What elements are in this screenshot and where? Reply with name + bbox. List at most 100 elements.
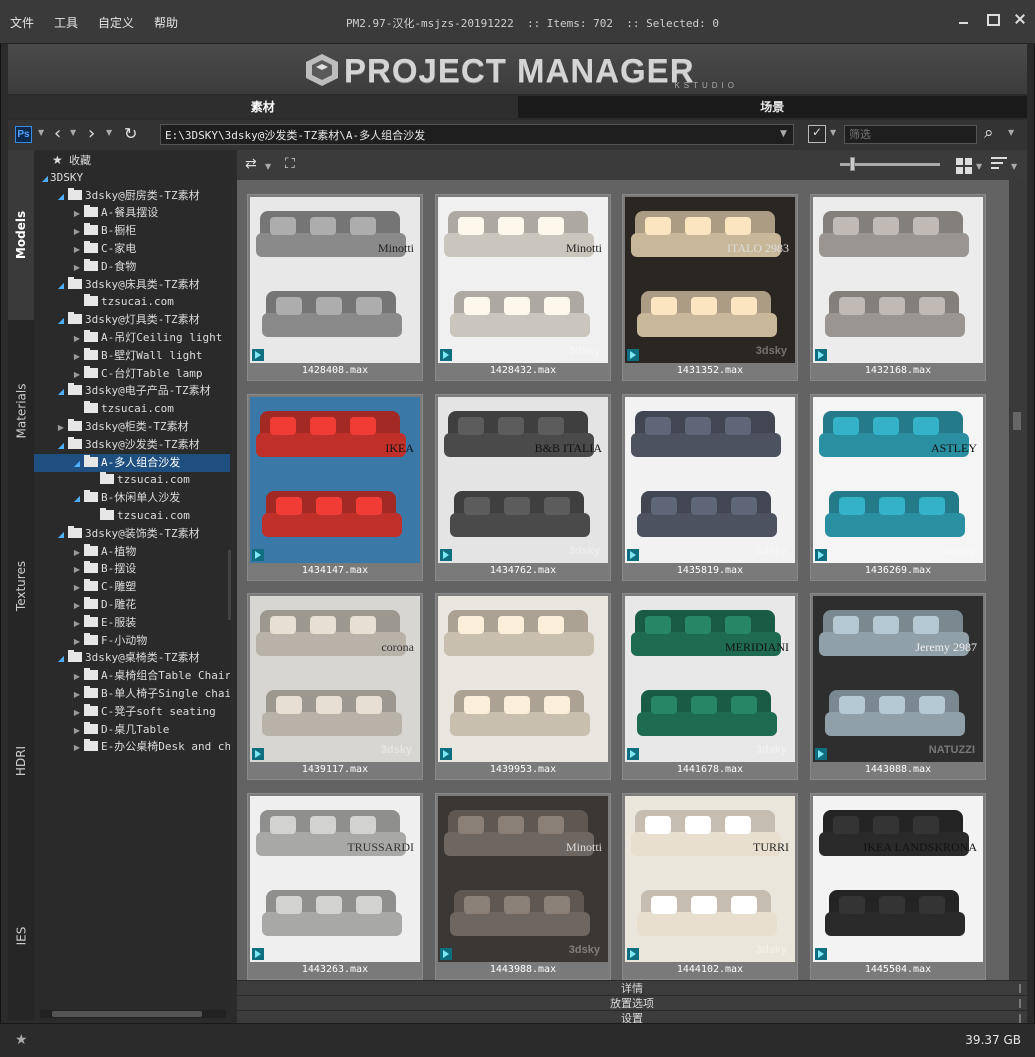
expanded-icon[interactable]: ◢ (56, 383, 66, 401)
collapsed-icon[interactable]: ▶ (72, 259, 82, 277)
expanded-icon[interactable]: ◢ (56, 312, 66, 330)
tree-item[interactable]: ◢ 3dsky@灯具类-TZ素材 (34, 311, 230, 329)
tree-item[interactable]: ◢ 3dsky@沙发类-TZ素材 (34, 436, 230, 454)
tree-item[interactable]: ▶ A-桌椅组合Table Chair (34, 667, 230, 685)
tree-item[interactable]: ▶ A-餐具摆设 (34, 204, 230, 222)
collapsed-icon[interactable]: ▶ (72, 223, 82, 241)
sort-icon[interactable] (991, 157, 1007, 173)
expanded-icon[interactable]: ◢ (40, 170, 50, 188)
settings-section[interactable]: 设置 (237, 1010, 1027, 1025)
asset-thumbnail[interactable]: Minotti 3dsky 1443988.max (435, 793, 611, 980)
refresh-icon[interactable]: ↻ (124, 123, 137, 145)
details-section[interactable]: 详情 (237, 980, 1027, 995)
collapsed-icon[interactable]: ▶ (72, 615, 82, 633)
tree-item[interactable]: ▶ C-凳子soft seating (34, 703, 230, 721)
expanded-icon[interactable]: ◢ (56, 526, 66, 544)
asset-thumbnail[interactable]: TRUSSARDI 1443263.max (247, 793, 423, 980)
expanded-icon[interactable]: ◢ (56, 437, 66, 455)
asset-thumbnail[interactable]: IKEA 1434147.max (247, 394, 423, 581)
asset-thumbnail[interactable]: corona 3dsky 1439117.max (247, 593, 423, 780)
tree-item[interactable]: ◢ 3dsky@桌椅类-TZ素材 (34, 649, 230, 667)
collapsed-icon[interactable]: ▶ (72, 330, 82, 348)
tree-item[interactable]: tzsucai.com (34, 293, 230, 311)
expanded-icon[interactable]: ◢ (56, 188, 66, 206)
search-icon[interactable]: ⌕ (984, 123, 994, 143)
tree-item[interactable]: ◢ 3dsky@床具类-TZ素材 (34, 276, 230, 294)
menu-tools[interactable]: 工具 (54, 14, 78, 31)
tab-scenes[interactable]: 场景 (517, 96, 1027, 118)
tree-item[interactable]: ▶ A-吊灯Ceiling light (34, 329, 230, 347)
tree-item[interactable]: ★ 收藏 (34, 151, 230, 169)
filter-icon[interactable] (808, 125, 826, 143)
asset-thumbnail[interactable]: IKEA LANDSKRONA 1445504.max (810, 793, 986, 980)
thumbnail-size-slider[interactable] (840, 163, 940, 166)
photoshop-icon[interactable]: Ps (15, 126, 32, 143)
asset-thumbnail[interactable]: ITALO 2983 3dsky 1431352.max (622, 194, 798, 381)
menu-help[interactable]: 帮助 (154, 14, 178, 31)
menu-customize[interactable]: 自定义 (98, 14, 134, 31)
tree-item[interactable]: ▶ F-小动物 (34, 632, 230, 650)
grid-dropdown-icon[interactable]: ▼ (976, 162, 982, 171)
forward-arrow-icon[interactable]: › (88, 123, 95, 145)
asset-thumbnail[interactable]: Minotti 1428408.max (247, 194, 423, 381)
asset-thumbnail[interactable]: Jeremy 2987 NATUZZI 1443088.max (810, 593, 986, 780)
asset-thumbnail[interactable]: B&B ITALIA 3dsky 1434762.max (435, 394, 611, 581)
browser-vertical-scrollbar[interactable] (1009, 180, 1027, 980)
tab-materials[interactable]: Materials (8, 322, 34, 500)
expanded-icon[interactable]: ◢ (72, 455, 82, 473)
expanded-icon[interactable]: ◢ (72, 490, 82, 508)
tree-item[interactable]: ◢ 3DSKY (34, 169, 230, 187)
collapsed-icon[interactable]: ▶ (72, 704, 82, 722)
tree-item[interactable]: ▶ A-植物 (34, 543, 230, 561)
tab-textures[interactable]: Textures (8, 502, 34, 670)
collapsed-icon[interactable]: ▶ (72, 686, 82, 704)
tree-item[interactable]: ◢ A-多人组合沙发 (34, 453, 230, 473)
tree-item[interactable]: ◢ B-休闲单人沙发 (34, 489, 230, 507)
tree-item[interactable]: ▶ D-食物 (34, 258, 230, 276)
asset-thumbnail[interactable]: Minotti 3dsky 1428432.max (435, 194, 611, 381)
back-arrow-icon[interactable]: ‹ (54, 123, 61, 145)
maximize-icon[interactable] (985, 12, 1000, 26)
back-dropdown-icon[interactable]: ▼ (70, 128, 76, 137)
collapsed-icon[interactable]: ▶ (72, 241, 82, 259)
tree-splitter[interactable] (228, 550, 231, 620)
asset-thumbnail[interactable]: 1432168.max (810, 194, 986, 381)
tree-scroll-thumb[interactable] (52, 1011, 202, 1017)
expanded-icon[interactable]: ◢ (56, 277, 66, 295)
tab-models[interactable]: Models (8, 150, 34, 320)
sort-dropdown-icon[interactable]: ▼ (1011, 162, 1017, 171)
ps-dropdown-icon[interactable]: ▼ (38, 128, 44, 137)
collapsed-icon[interactable]: ▶ (72, 561, 82, 579)
tree-item[interactable]: tzsucai.com (34, 400, 230, 418)
tree-item[interactable]: ▶ C-雕塑 (34, 578, 230, 596)
menu-file[interactable]: 文件 (10, 14, 34, 31)
collapsed-icon[interactable]: ▶ (56, 419, 66, 437)
tab-assets[interactable]: 素材 (8, 96, 518, 118)
asset-thumbnail[interactable]: 1439953.max (435, 593, 611, 780)
sync-icon[interactable]: ⇄ (245, 156, 265, 174)
tab-hdri[interactable]: HDRI (8, 672, 34, 850)
asset-thumbnail[interactable]: MERIDIANI 3dsky 1441678.max (622, 593, 798, 780)
asset-thumbnail[interactable]: TURRI 3dsky 1444102.max (622, 793, 798, 980)
collapsed-icon[interactable]: ▶ (72, 739, 82, 757)
tree-item[interactable]: ▶ B-壁灯Wall light (34, 347, 230, 365)
collapsed-icon[interactable]: ▶ (72, 597, 82, 615)
tree-item[interactable]: ▶ D-雕花 (34, 596, 230, 614)
search-dropdown-icon[interactable]: ▼ (1008, 128, 1014, 137)
tab-ies[interactable]: IES (8, 852, 34, 1020)
tree-item[interactable]: ▶ B-橱柜 (34, 222, 230, 240)
tree-item[interactable]: ▶ 3dsky@柜类-TZ素材 (34, 418, 230, 436)
collapsed-icon[interactable]: ▶ (72, 633, 82, 651)
placement-options-section[interactable]: 放置选项 (237, 995, 1027, 1010)
star-icon[interactable]: ★ (15, 1032, 28, 1048)
minimize-icon[interactable] (957, 12, 971, 26)
tree-item[interactable]: ◢ 3dsky@电子产品-TZ素材 (34, 382, 230, 400)
tree-item[interactable]: ▶ B-单人椅子Single chair (34, 685, 230, 703)
tree-item[interactable]: ▶ E-办公桌椅Desk and chair (34, 738, 230, 756)
collapsed-icon[interactable]: ▶ (72, 348, 82, 366)
grid-view-icon[interactable] (956, 158, 972, 174)
tree-item[interactable]: tzsucai.com (34, 471, 230, 489)
filter-input[interactable] (844, 125, 977, 144)
tree-item[interactable]: ▶ C-家电 (34, 240, 230, 258)
sync-dropdown-icon[interactable]: ▼ (265, 162, 271, 171)
